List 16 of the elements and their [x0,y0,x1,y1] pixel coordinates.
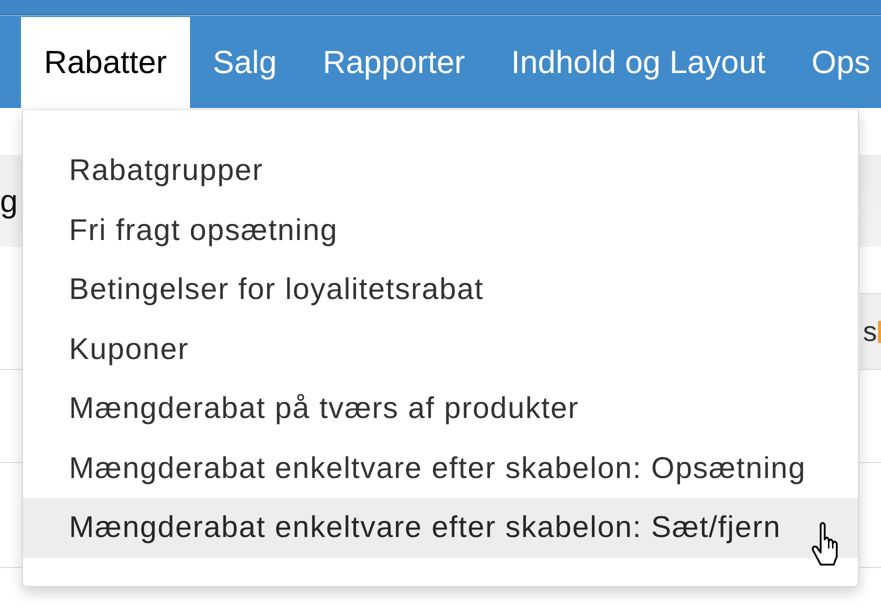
menu-item[interactable]: Mængderabat enkeltvare efter skabelon: Sæt/fjern [23,498,858,558]
nav-tab[interactable]: Indhold og Layout [488,17,789,108]
hand-cursor-icon [810,521,840,566]
menu-item[interactable]: Rabatgrupper [23,141,858,200]
heading-text: g [0,185,18,217]
menu-item[interactable]: Kuponer [23,320,858,379]
mark-icon [878,320,881,342]
nav-tab[interactable]: Rapporter [300,17,488,108]
menu-item[interactable]: Betingelser for loyalitetsrabat [23,260,858,320]
column-header-text: s [863,318,877,346]
menu-item[interactable]: Mængderabat på tværs af produkter [23,379,858,438]
menu-item[interactable]: Mængderabat enkeltvare efter skabelon: Opsætning [23,438,858,498]
nav-tab[interactable]: Salg [190,17,300,108]
nav-tab[interactable]: Ops [788,17,881,108]
menu-item[interactable]: Fri fragt opsætning [23,200,858,260]
nav-tab[interactable]: Rabatter [21,17,190,108]
